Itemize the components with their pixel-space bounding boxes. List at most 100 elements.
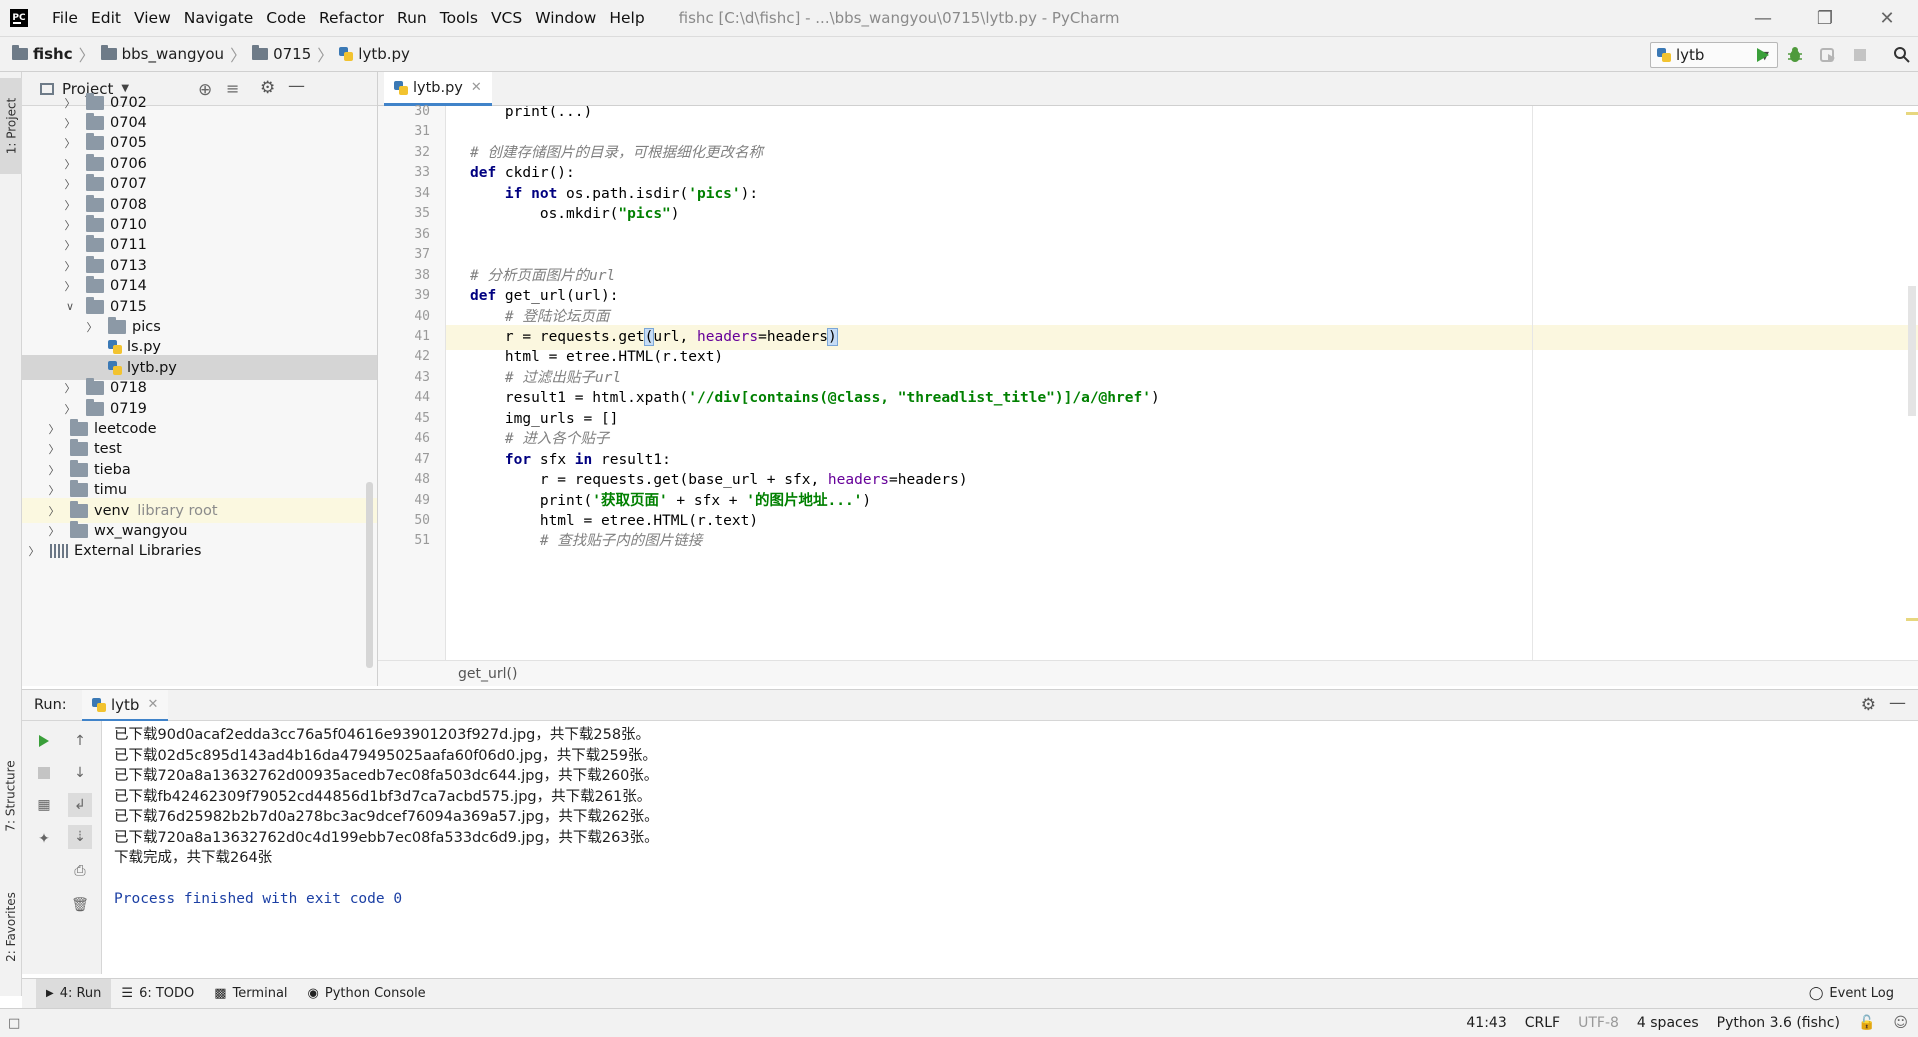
chevron-right-icon[interactable]: 〉 [64,278,76,294]
close-window-icon[interactable]: ✕ [1856,0,1918,36]
print-icon[interactable]: ⎙ [68,859,92,883]
search-everywhere-icon[interactable] [1892,45,1912,65]
chevron-right-icon[interactable]: 〉 [64,135,76,151]
menu-view[interactable]: View [134,9,171,27]
arrow-up-icon[interactable]: ↑ [68,729,92,753]
status-indent[interactable]: 4 spaces [1637,1015,1699,1031]
trash-icon[interactable]: 🗑 [68,893,92,917]
stop-icon[interactable] [1850,45,1870,65]
favorites-tool-tab[interactable]: 2: Favorites [0,872,22,982]
run-icon[interactable] [1753,45,1773,65]
chevron-right-icon: 〉 [230,46,247,65]
chevron-right-icon[interactable]: 〉 [48,421,60,437]
run-console-output[interactable]: 已下载90d0acaf2edda3cc76a5f04616e93901203f9… [102,721,1918,974]
editor-scrollbar[interactable] [1908,286,1916,416]
close-tab-icon[interactable]: ✕ [471,80,482,95]
breadcrumb-subfolder[interactable]: 0715 〉 [252,42,339,66]
chevron-right-icon[interactable]: 〉 [64,115,76,131]
minimize-icon[interactable]: — [1732,0,1794,36]
breadcrumb-folder[interactable]: bbs_wangyou 〉 [100,42,252,66]
chevron-right-icon[interactable]: 〉 [64,237,76,253]
chevron-right-icon[interactable]: 〉 [48,503,60,519]
chevron-down-icon[interactable]: ∨ [64,300,76,313]
line-number: 48 [414,472,430,488]
tree-item-label: 0710 [110,216,147,233]
line-number: 38 [414,267,430,283]
code-token: url, [653,328,697,345]
status-caret-position[interactable]: 41:43 [1466,1015,1506,1031]
status-interpreter[interactable]: Python 3.6 (fishc) [1717,1015,1840,1031]
stop-icon[interactable] [32,761,56,785]
status-line-separator[interactable]: CRLF [1525,1015,1560,1031]
chevron-right-icon[interactable]: 〉 [86,319,98,335]
editor-breadcrumb-function[interactable]: get_url() [458,666,517,682]
breadcrumb-project[interactable]: fishc 〉 [12,42,101,66]
menu-window[interactable]: Window [535,9,596,27]
soft-wrap-icon[interactable]: ↲ [68,793,92,817]
gear-icon[interactable]: ⚙ [1861,695,1876,715]
tree-item-label: 0715 [110,298,147,315]
close-tab-icon[interactable]: ✕ [147,697,158,712]
debug-icon[interactable] [1785,45,1805,65]
scroll-to-end-icon[interactable]: ⇣ [68,825,92,849]
menu-navigate[interactable]: Navigate [184,9,254,27]
chevron-right-icon[interactable]: 〉 [48,523,60,539]
code-token: "pics" [618,206,671,223]
tool-tab-event-log[interactable]: ◯ Event Log [1799,979,1904,1009]
tool-tab-todo[interactable]: ☰ 6: TODO [111,979,204,1009]
tool-tab-terminal[interactable]: ▩ Terminal [204,979,297,1009]
restore-layout-icon[interactable]: ▦ [32,793,56,817]
status-encoding[interactable]: UTF-8 [1578,1015,1619,1031]
run-icon: ▶ [46,988,54,999]
menu-help[interactable]: Help [609,9,644,27]
menu-run[interactable]: Run [397,9,427,27]
hide-panel-icon[interactable]: — [1889,693,1906,713]
run-with-coverage-icon[interactable] [1818,45,1838,65]
tool-tab-python-console[interactable]: ◉ Python Console [298,979,436,1009]
chevron-right-icon[interactable]: 〉 [64,380,76,396]
terminal-icon: ▩ [214,986,227,1001]
menu-tools[interactable]: Tools [440,9,478,27]
rerun-icon[interactable] [32,729,56,753]
chevron-right-icon[interactable]: 〉 [64,197,76,213]
menu-file[interactable]: File [52,9,78,27]
toggle-tool-windows-icon[interactable]: □ [8,1016,20,1031]
chevron-right-icon[interactable]: 〉 [48,462,60,478]
code-editor[interactable]: print(...) # 创建存储图片的目录，可根据细化更改名称 def ckdir… [446,106,1918,660]
menu-refactor[interactable]: Refactor [319,9,384,27]
tool-tab-run[interactable]: ▶ 4: Run [36,978,112,1009]
tree-item[interactable]: 〉 External Libraries [22,539,377,564]
chevron-right-icon[interactable]: 〉 [64,217,76,233]
chevron-right-icon[interactable]: 〉 [64,95,76,111]
editor-tab-lytb[interactable]: lytb.py ✕ [384,72,492,106]
menu-code[interactable]: Code [266,9,306,27]
tree-item-label: wx_wangyou [94,522,188,539]
chevron-right-icon[interactable]: 〉 [48,482,60,498]
chevron-right-icon[interactable]: 〉 [64,176,76,192]
scroll-mark[interactable] [1906,112,1918,115]
folder-icon [70,480,88,498]
project-tool-tab-label: 1: Project [4,97,18,155]
scroll-mark[interactable] [1906,618,1918,621]
inspector-icon[interactable]: ☺ [1893,1015,1908,1031]
structure-tool-tab[interactable]: 7: Structure [0,748,22,844]
pin-tab-icon[interactable]: ✦ [32,827,56,851]
arrow-down-icon[interactable]: ↓ [68,761,92,785]
chevron-right-icon[interactable]: 〉 [64,258,76,274]
breadcrumb-file[interactable]: lytb.py [339,45,410,63]
restore-icon[interactable]: ❐ [1794,0,1856,36]
code-line[interactable]: # 查找贴子内的图片链接 [446,529,1918,554]
chevron-right-icon[interactable]: 〉 [64,401,76,417]
project-tool-tab[interactable]: 1: Project [0,78,22,174]
chevron-right-icon[interactable]: 〉 [28,543,40,559]
tree-item-label: 0718 [110,380,147,397]
menu-vcs[interactable]: VCS [491,9,522,27]
python-console-icon: ◉ [307,986,319,1001]
project-tree-scrollbar[interactable] [366,482,373,668]
lock-icon[interactable]: 🔓 [1858,1015,1875,1031]
chevron-right-icon[interactable]: 〉 [48,441,60,457]
menu-edit[interactable]: Edit [91,9,121,27]
run-tab-lytb[interactable]: lytb ✕ [82,690,169,722]
chevron-right-icon[interactable]: 〉 [64,156,76,172]
code-token: def [470,288,497,305]
